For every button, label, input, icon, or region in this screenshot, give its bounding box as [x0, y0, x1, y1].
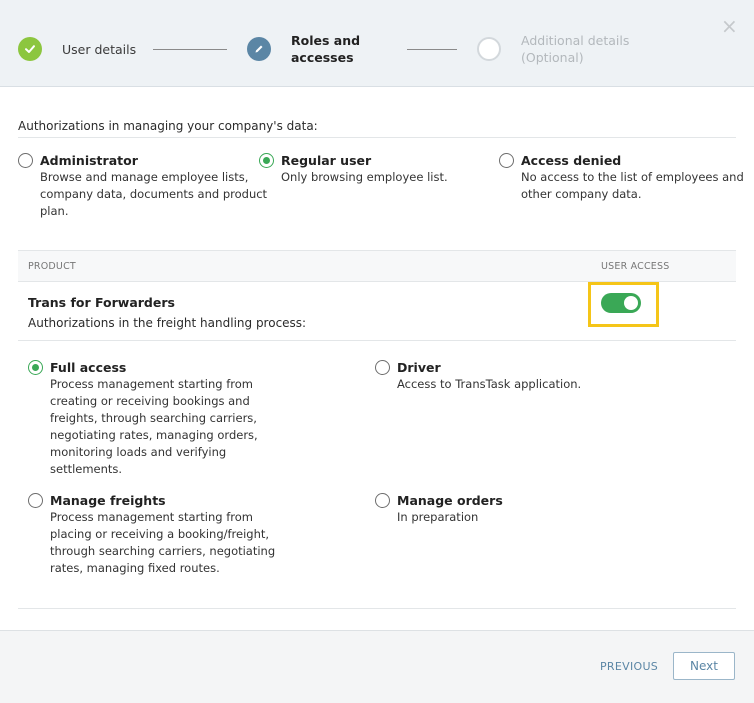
description-line: placing or receiving a booking/freight, — [50, 527, 270, 541]
description-line: creating or receiving bookings and — [50, 394, 250, 408]
description-line: In preparation — [397, 510, 479, 524]
radio-manage-orders[interactable] — [375, 493, 390, 508]
description-line: Only browsing employee list. — [281, 170, 448, 184]
radio-administrator[interactable] — [18, 153, 33, 168]
description-line: monitoring loads and verifying — [50, 445, 227, 459]
description-line: No access to the list of employees and — [521, 170, 744, 184]
step-additional-label-line1: Additional details — [521, 33, 630, 48]
divider — [18, 340, 736, 341]
description-line: freights, through searching carriers, — [50, 411, 257, 425]
option-manage-freights-title[interactable]: Manage freights — [50, 492, 166, 509]
close-icon[interactable]: × — [721, 16, 738, 36]
product-name: Trans for Forwarders — [28, 295, 175, 310]
step-connector — [153, 49, 227, 50]
description-line: Browse and manage employee lists, — [40, 170, 249, 184]
step-additional-label[interactable]: Additional details (Optional) — [521, 32, 629, 66]
option-full-access-description: Process management starting from creatin… — [50, 376, 258, 478]
step-pending-circle-icon[interactable] — [477, 37, 501, 61]
option-regular-user-description: Only browsing employee list. — [281, 169, 448, 186]
description-line: plan. — [40, 204, 69, 218]
product-subtitle: Authorizations in the freight handling p… — [28, 316, 307, 330]
radio-regular-user[interactable] — [259, 153, 274, 168]
step-active-pencil-icon[interactable] — [247, 37, 271, 61]
step-user-details-label[interactable]: User details — [62, 41, 136, 58]
step-roles-label-line2: accesses — [291, 50, 354, 65]
user-access-toggle[interactable] — [601, 293, 641, 313]
option-manage-orders-description: In preparation — [397, 509, 478, 526]
option-regular-user-title[interactable]: Regular user — [281, 152, 371, 169]
previous-button[interactable]: PREVIOUS — [600, 660, 658, 673]
column-header-product: PRODUCT — [28, 261, 76, 272]
option-full-access-title[interactable]: Full access — [50, 359, 126, 376]
description-line: negotiating rates, managing orders, — [50, 428, 258, 442]
description-line: Process management starting from — [50, 510, 253, 524]
step-connector — [407, 49, 457, 50]
toggle-knob — [624, 296, 638, 310]
description-line: other company data. — [521, 187, 642, 201]
option-manage-orders-title[interactable]: Manage orders — [397, 492, 503, 509]
option-administrator-description: Browse and manage employee lists, compan… — [40, 169, 267, 220]
divider — [18, 608, 736, 609]
option-access-denied-description: No access to the list of employees and o… — [521, 169, 744, 203]
radio-full-access[interactable] — [28, 360, 43, 375]
next-button[interactable]: Next — [673, 652, 735, 680]
radio-manage-freights[interactable] — [28, 493, 43, 508]
step-additional-label-line2: (Optional) — [521, 50, 584, 65]
option-driver-title[interactable]: Driver — [397, 359, 441, 376]
description-line: through searching carriers, negotiating — [50, 544, 276, 558]
option-manage-freights-description: Process management starting from placing… — [50, 509, 275, 577]
wizard-header: User details Roles and accesses Addition… — [0, 0, 754, 87]
radio-driver[interactable] — [375, 360, 390, 375]
divider — [18, 137, 736, 138]
radio-access-denied[interactable] — [499, 153, 514, 168]
option-driver-description: Access to TransTask application. — [397, 376, 581, 393]
description-line: Process management starting from — [50, 377, 253, 391]
description-line: rates, managing fixed routes. — [50, 561, 220, 575]
step-roles-label[interactable]: Roles and accesses — [291, 32, 360, 66]
step-roles-label-line1: Roles and — [291, 33, 361, 48]
description-line: Access to TransTask application. — [397, 377, 582, 391]
step-done-check-icon[interactable] — [18, 37, 42, 61]
option-access-denied-title[interactable]: Access denied — [521, 152, 621, 169]
company-auth-heading: Authorizations in managing your company'… — [18, 119, 318, 133]
description-line: company data, documents and product — [40, 187, 268, 201]
column-header-user-access: USER ACCESS — [601, 261, 670, 272]
option-administrator-title[interactable]: Administrator — [40, 152, 138, 169]
description-line: settlements. — [50, 462, 123, 476]
